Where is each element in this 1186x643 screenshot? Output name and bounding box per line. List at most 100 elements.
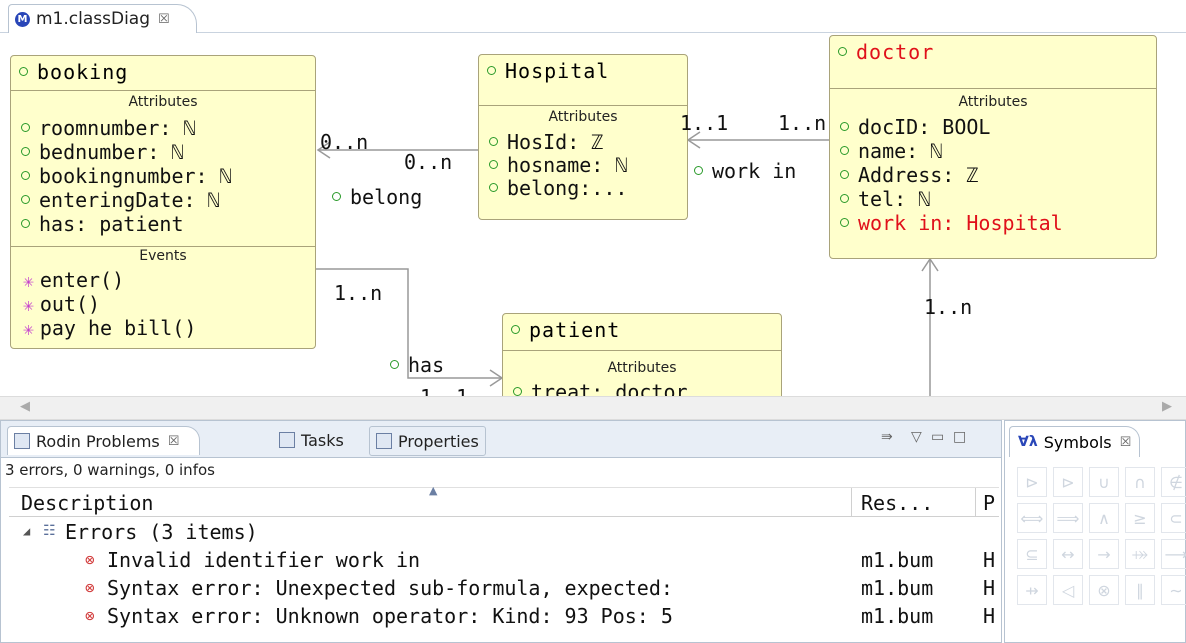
attribute-dot-icon	[21, 195, 30, 204]
symbol-button[interactable]: ↔	[1053, 539, 1083, 569]
column-path[interactable]: P	[983, 491, 995, 515]
attribute-row[interactable]: enteringDate: ℕ	[21, 188, 220, 212]
class-diagram-canvas[interactable]: booking Attributes roomnumber: ℕ bednumb…	[0, 33, 1186, 396]
problem-resource: m1.bum	[861, 604, 934, 628]
attribute-row[interactable]: Address: ℤ	[840, 163, 978, 187]
collapse-arrow-icon[interactable]: ◢	[23, 524, 30, 538]
scroll-right-icon[interactable]: ▶	[1162, 399, 1172, 414]
association-dot-icon	[694, 166, 703, 175]
attribute-row[interactable]: has: patient	[21, 212, 184, 236]
attribute-row[interactable]: name: ℕ	[840, 139, 942, 163]
tab-label: Tasks	[301, 430, 344, 450]
attribute-dot-icon	[840, 146, 849, 155]
class-booking-title: booking	[19, 60, 128, 84]
attributes-header: Attributes	[128, 94, 198, 110]
tab-rodin-problems[interactable]: Rodin Problems ☒	[7, 426, 201, 455]
problem-path: H	[983, 604, 996, 628]
attribute-row-error[interactable]: work in: Hospital	[840, 211, 1063, 235]
attribute-row[interactable]: docID: BOOL	[840, 115, 990, 139]
symbol-button[interactable]: ⊂	[1161, 503, 1186, 533]
attribute-dot-icon	[21, 147, 30, 156]
attribute-row[interactable]: bednumber: ℕ	[21, 140, 184, 164]
properties-icon	[376, 433, 392, 449]
error-icon: ⊗	[85, 550, 95, 569]
symbol-button[interactable]: ⤀	[1125, 539, 1155, 569]
attributes-header: Attributes	[607, 360, 677, 376]
symbol-button[interactable]: ∥	[1125, 575, 1155, 605]
tab-symbols[interactable]: ∀λ Symbols ☒	[1009, 426, 1141, 457]
symbol-button[interactable]: ⊳	[1017, 467, 1047, 497]
close-icon[interactable]: ☒	[1120, 435, 1132, 450]
symbol-button[interactable]: ◁	[1053, 575, 1083, 605]
event-row[interactable]: ✳ out()	[23, 292, 100, 316]
event-row[interactable]: ✳ pay he bill()	[23, 316, 196, 340]
symbol-button[interactable]: →	[1089, 539, 1119, 569]
tab-label: Symbols	[1043, 432, 1112, 452]
class-hospital-name: Hospital	[505, 59, 610, 83]
close-icon[interactable]: ☒	[168, 434, 180, 449]
symbol-button[interactable]: ≥	[1125, 503, 1155, 533]
symbol-button[interactable]: ⟶	[1161, 539, 1186, 569]
problem-row[interactable]: ⊗ Syntax error: Unexpected sub-formula, …	[9, 575, 999, 601]
tab-tasks[interactable]: Tasks	[273, 426, 350, 454]
attribute-dot-icon	[21, 219, 30, 228]
attribute-row[interactable]: belong:...	[489, 176, 627, 200]
attribute-row[interactable]: treat: doctor	[513, 380, 688, 396]
maximize-icon[interactable]: □	[953, 429, 966, 445]
class-patient[interactable]: patient Attributes treat: doctor	[502, 313, 782, 396]
problem-row[interactable]: ⊗ Invalid identifier work in m1.bum H	[9, 547, 999, 573]
attribute-text: treat: doctor	[531, 380, 688, 396]
attribute-row[interactable]: HosId: ℤ	[489, 130, 603, 154]
symbol-button[interactable]: ∪	[1089, 467, 1119, 497]
symbol-button[interactable]: ⇸	[1017, 575, 1047, 605]
tasks-icon	[279, 432, 295, 448]
attribute-dot-icon	[840, 122, 849, 131]
problem-path: H	[983, 548, 996, 572]
problem-description: Syntax error: Unexpected sub-formula, ex…	[107, 576, 673, 600]
tab-properties[interactable]: Properties	[369, 426, 486, 456]
symbol-button[interactable]: ∼	[1161, 575, 1186, 605]
attribute-dot-icon	[489, 160, 498, 169]
symbol-button[interactable]: ⊆	[1017, 539, 1047, 569]
event-row[interactable]: ✳ enter()	[23, 268, 124, 292]
scroll-left-icon[interactable]: ◀	[20, 399, 30, 414]
symbol-button[interactable]: ∩	[1125, 467, 1155, 497]
column-resource[interactable]: Res...	[861, 491, 933, 515]
association-belong[interactable]: belong	[332, 185, 422, 209]
symbol-button[interactable]: ⊳	[1053, 467, 1083, 497]
class-dot-icon	[511, 325, 520, 334]
filter-icon[interactable]: ⇛	[881, 429, 893, 445]
close-icon[interactable]: ☒	[158, 12, 170, 27]
symbol-button[interactable]: ⟺	[1017, 503, 1047, 533]
column-description[interactable]: Description	[21, 491, 153, 515]
problems-group-row[interactable]: ◢ ☷ Errors (3 items)	[9, 519, 999, 545]
association-has[interactable]: has	[390, 353, 444, 377]
horizontal-scrollbar[interactable]: ◀ ▶	[0, 396, 1186, 420]
class-booking[interactable]: booking Attributes roomnumber: ℕ bednumb…	[10, 55, 316, 349]
attribute-row[interactable]: bookingnumber: ℕ	[21, 164, 232, 188]
symbol-button[interactable]: ∉	[1161, 467, 1186, 497]
separator	[11, 90, 315, 91]
class-doctor-title: doctor	[838, 40, 934, 64]
symbol-button[interactable]: ⟹	[1053, 503, 1083, 533]
attribute-row[interactable]: tel: ℕ	[840, 187, 930, 211]
class-dot-icon	[19, 67, 28, 76]
class-hospital[interactable]: Hospital Attributes HosId: ℤ hosname: ℕ …	[478, 54, 688, 220]
view-menu-icon[interactable]: ▽	[911, 429, 922, 445]
attribute-text: hosname: ℕ	[507, 153, 628, 177]
attribute-row[interactable]: hosname: ℕ	[489, 153, 627, 177]
class-doctor[interactable]: doctor Attributes docID: BOOL name: ℕ Ad…	[829, 35, 1157, 259]
multiplicity-label: 1..1	[420, 385, 468, 396]
problem-row[interactable]: ⊗ Syntax error: Unknown operator: Kind: …	[9, 603, 999, 629]
attribute-dot-icon	[489, 183, 498, 192]
attribute-row[interactable]: roomnumber: ℕ	[21, 116, 196, 140]
group-label: Errors (3 items)	[65, 520, 258, 544]
minimize-icon[interactable]: ▭	[931, 429, 944, 445]
association-dot-icon	[332, 192, 341, 201]
symbol-button[interactable]: ⊗	[1089, 575, 1119, 605]
editor-tab-m1-classdiag[interactable]: M m1.classDiag ☒	[8, 4, 197, 33]
symbol-button[interactable]: ∧	[1089, 503, 1119, 533]
attribute-dot-icon	[840, 170, 849, 179]
separator	[479, 105, 687, 106]
association-work-in[interactable]: work in	[694, 159, 796, 183]
